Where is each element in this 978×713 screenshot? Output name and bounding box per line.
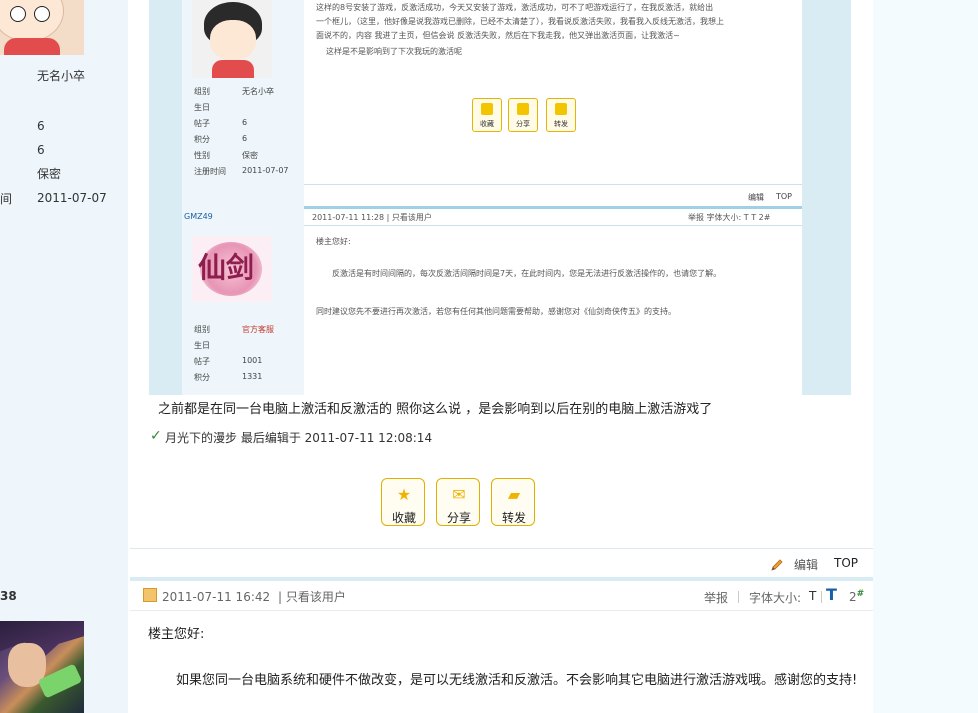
post-content-text: 之前都是在同一台电脑上激活和反激活的 照你这么说 ，是会影响到以后在别的电脑上激…	[158, 402, 713, 417]
font-small-button[interactable]: T	[809, 589, 816, 603]
user-posts-value: 6	[37, 119, 45, 133]
font-size-label: 字体大小:	[749, 591, 802, 605]
embedded-avatar-2: 仙剑	[192, 236, 272, 302]
folder-icon: ▰	[507, 485, 521, 504]
pencil-icon	[771, 559, 783, 571]
embedded-avatar-1	[192, 0, 272, 78]
post-timestamp: 2011-07-11 16:42	[162, 590, 271, 604]
post-body-text: 如果您同一台电脑系统和硬件不做改变，是可以无线激活和反激活。不会影响其它电脑进行…	[176, 673, 858, 688]
toolbar-divider	[738, 591, 739, 603]
post-icon	[143, 588, 157, 602]
envelope-icon: ✉	[452, 485, 466, 504]
only-this-user-link[interactable]: | 只看该用户	[278, 590, 346, 604]
left-user-column	[0, 0, 128, 713]
user-register-date: 2011-07-07	[37, 191, 107, 205]
right-background-strip	[873, 0, 978, 713]
report-link[interactable]: 举报	[704, 589, 728, 606]
star-icon: ★	[396, 485, 412, 504]
favorite-button[interactable]: ★ 收藏	[381, 478, 425, 526]
embedded-screenshot-image: 组别 无名小卒 生日 帖子 6 积分 6 性别 保密 注册时间 2011-07-…	[149, 0, 851, 395]
next-user-floor-label: 38	[0, 589, 17, 603]
font-large-button[interactable]: T	[826, 585, 837, 604]
last-edit-info: 月光下的漫步 最后编辑于 2011-07-11 12:08:14	[165, 431, 433, 445]
checkmark-icon: ✓	[150, 428, 162, 444]
forward-button[interactable]: ▰ 转发	[491, 478, 535, 526]
user-avatar[interactable]	[0, 0, 84, 55]
toolbar-divider	[821, 591, 822, 603]
user-points-value: 6	[37, 143, 45, 157]
floor-number: 2#	[849, 589, 865, 604]
user-group-name: 无名小卒	[37, 69, 86, 83]
post-greeting: 楼主您好:	[148, 627, 205, 642]
share-button[interactable]: ✉ 分享	[436, 478, 480, 526]
post-footer-divider	[130, 548, 873, 549]
edit-button[interactable]: 编辑	[794, 556, 818, 573]
next-user-avatar[interactable]	[0, 621, 84, 713]
top-button[interactable]: TOP	[834, 556, 858, 570]
post-time: 2011-07-11 16:42 | 只看该用户	[162, 588, 346, 605]
register-time-label: 间	[0, 192, 13, 206]
user-gender-value: 保密	[37, 167, 62, 181]
